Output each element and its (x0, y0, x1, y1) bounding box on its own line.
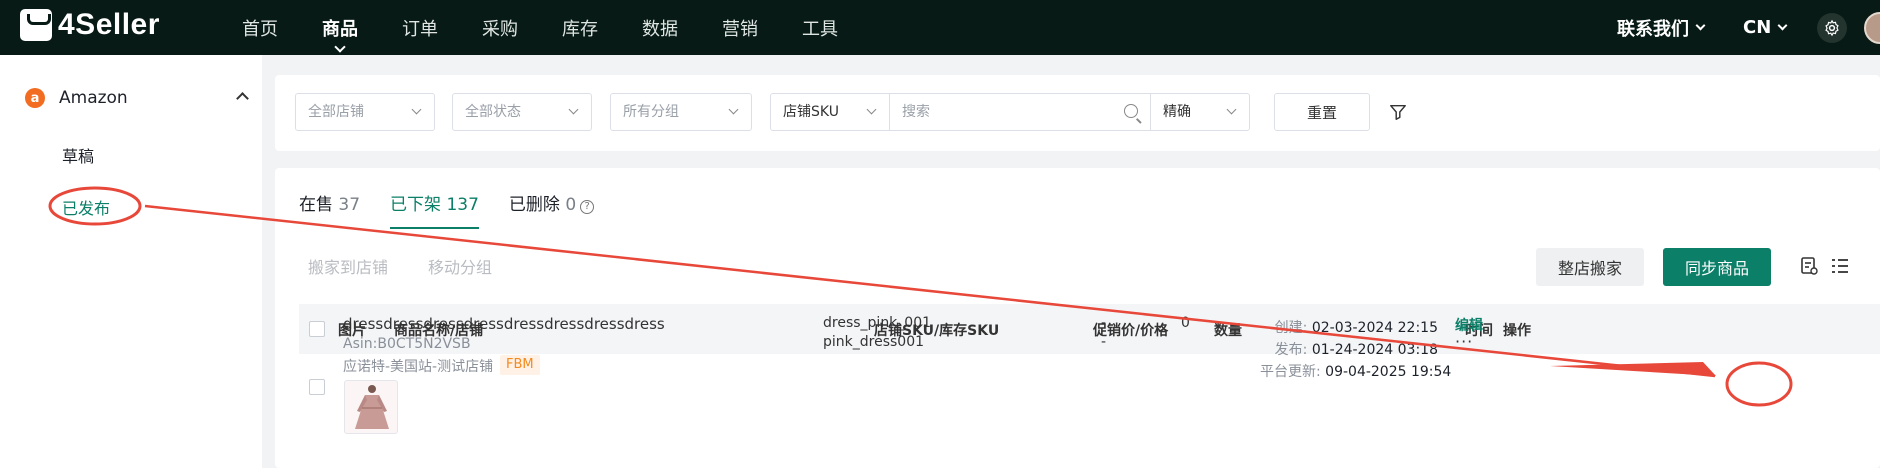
created-label: 创建: (1274, 320, 1308, 336)
main-nav: 首页 商品 订单 采购 库存 数据 营销 工具 (242, 0, 882, 55)
tab-count: 0 (565, 195, 577, 215)
group-select-value: 所有分组 (623, 104, 679, 120)
chevron-down-icon (568, 104, 579, 115)
nav-item-products[interactable]: 商品 (322, 15, 358, 53)
sidebar: a Amazon 草稿 已发布 (0, 55, 262, 468)
published-label: 发布: (1274, 342, 1308, 358)
chevron-down-icon (1777, 20, 1788, 31)
top-navigation-bar: 4Seller 首页 商品 订单 采购 库存 数据 营销 工具 联系我们 CN (0, 0, 1880, 55)
amazon-icon: a (25, 88, 45, 108)
match-mode-select[interactable]: 精确 (1150, 93, 1250, 131)
fulfillment-badge: FBM (500, 355, 540, 375)
tab-delisted[interactable]: 已下架 137 (390, 190, 479, 229)
dress-image-icon (355, 385, 389, 429)
sidebar-item-published[interactable]: 已发布 (62, 195, 110, 219)
export-list-icon[interactable] (1799, 256, 1819, 276)
chevron-down-icon (1226, 104, 1237, 115)
stock-sku: pink_dress001 (823, 334, 925, 350)
tab-deleted[interactable]: 已删除 0? (508, 190, 595, 229)
settings-button[interactable] (1817, 13, 1847, 43)
nav-item-tools[interactable]: 工具 (802, 15, 838, 41)
search-placeholder: 搜索 (902, 104, 930, 120)
product-thumbnail[interactable] (344, 380, 398, 434)
published-value: 01-24-2024 03:18 (1311, 342, 1438, 358)
created-time: 创建: 02-03-2024 22:15 (1260, 317, 1438, 339)
move-group-button[interactable]: 移动分组 (428, 254, 492, 278)
published-time: 发布: 01-24-2024 03:18 (1260, 339, 1438, 361)
product-name[interactable]: dressdressdressdressdressdressdressdress (343, 315, 665, 333)
status-tabs: 在售 37 已下架 137 已删除 0? (299, 190, 624, 229)
quantity: 0 (1181, 315, 1190, 331)
platform-updated-label: 平台更新: (1260, 364, 1321, 380)
language-menu[interactable]: CN (1743, 0, 1788, 55)
promo-price: - (1101, 315, 1107, 331)
whole-store-move-button[interactable]: 整店搬家 (1536, 248, 1644, 286)
nav-item-data[interactable]: 数据 (642, 15, 678, 41)
reset-button[interactable]: 重置 (1274, 93, 1370, 131)
search-input[interactable]: 搜索 (889, 93, 1151, 131)
help-icon[interactable]: ? (580, 200, 595, 214)
product-asin: Asin:B0CT5N2VSB (343, 336, 471, 352)
store-select[interactable]: 全部店铺 (295, 93, 435, 131)
column-header-quantity: 数量 (1214, 323, 1242, 339)
product-store: 应诺特-美国站-测试店铺 (343, 359, 494, 375)
nav-item-orders[interactable]: 订单 (402, 15, 438, 41)
store-sku: dress_pink_001 (823, 315, 932, 331)
time-info: 创建: 02-03-2024 22:15 发布: 01-24-2024 03:1… (1260, 317, 1451, 383)
move-to-store-button[interactable]: 搬家到店铺 (308, 254, 388, 278)
nav-item-inventory[interactable]: 库存 (562, 15, 598, 41)
contact-us-menu[interactable]: 联系我们 (1617, 0, 1706, 55)
nav-item-products-label: 商品 (322, 18, 358, 40)
nav-item-purchasing[interactable]: 采购 (482, 15, 518, 41)
chevron-down-icon (334, 40, 346, 53)
store-select-value: 全部店铺 (308, 104, 364, 120)
chevron-down-icon (728, 104, 739, 115)
more-actions-button[interactable]: ··· (1455, 332, 1473, 351)
nav-item-marketing[interactable]: 营销 (722, 15, 758, 41)
price: - (1101, 334, 1107, 350)
sidebar-group-amazon[interactable]: a Amazon (25, 88, 249, 108)
platform-updated-time: 平台更新: 09-04-2025 19:54 (1260, 361, 1451, 383)
status-select-value: 全部状态 (465, 104, 521, 120)
bag-logo-icon (20, 9, 52, 41)
contact-us-label: 联系我们 (1617, 18, 1689, 40)
sync-products-button[interactable]: 同步商品 (1663, 248, 1771, 286)
sku-type-value: 店铺SKU (783, 104, 839, 120)
filter-icon[interactable] (1389, 103, 1407, 121)
search-icon (1124, 104, 1138, 118)
row-checkbox[interactable] (309, 379, 325, 395)
tab-label: 在售 (299, 195, 333, 215)
platform-updated-value: 09-04-2025 19:54 (1325, 364, 1452, 380)
tab-count: 37 (338, 195, 361, 215)
nav-item-home[interactable]: 首页 (242, 15, 278, 41)
chevron-down-icon (411, 104, 422, 115)
tab-label: 已下架 (390, 195, 442, 215)
brand-logo[interactable]: 4Seller (20, 8, 160, 42)
brand-name: 4Seller (58, 8, 160, 41)
chevron-up-icon (236, 92, 249, 105)
language-label: CN (1743, 17, 1772, 38)
created-value: 02-03-2024 22:15 (1311, 320, 1438, 336)
select-all-checkbox[interactable] (309, 321, 325, 337)
sku-type-select[interactable]: 店铺SKU (770, 93, 890, 131)
status-select[interactable]: 全部状态 (452, 93, 592, 131)
gear-icon (1825, 19, 1839, 37)
tab-on-sale[interactable]: 在售 37 (299, 190, 360, 229)
tab-count: 137 (446, 195, 479, 215)
sidebar-item-drafts[interactable]: 草稿 (62, 143, 94, 167)
match-mode-value: 精确 (1163, 104, 1191, 120)
sidebar-group-label: Amazon (59, 88, 128, 108)
chevron-down-icon (1695, 20, 1706, 31)
product-list-panel: 在售 37 已下架 137 已删除 0? 搬家到店铺 移动分组 整店搬家 同步商… (275, 168, 1880, 468)
group-select[interactable]: 所有分组 (610, 93, 752, 131)
chevron-down-icon (866, 104, 877, 115)
user-avatar[interactable] (1864, 12, 1880, 44)
filter-bar: 全部店铺 全部状态 所有分组 店铺SKU 搜索 精确 重置 (275, 75, 1880, 151)
column-settings-icon[interactable] (1830, 256, 1850, 276)
tab-label: 已删除 (508, 195, 560, 215)
column-header-action: 操作 (1503, 323, 1531, 339)
